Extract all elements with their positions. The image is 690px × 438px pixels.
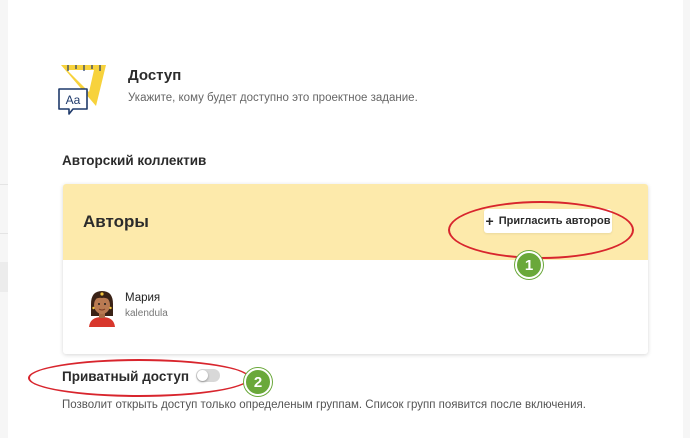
private-access-toggle[interactable] (196, 369, 220, 382)
toggle-knob (197, 370, 208, 381)
author-name: Мария (125, 292, 161, 304)
authors-title: Авторы (83, 212, 149, 231)
settings-panel: Aa Доступ Укажите, кому будет доступно э… (8, 0, 683, 438)
private-access-description: Позволит открыть доступ только определен… (62, 399, 586, 411)
author-list-item: Мария kalendula (87, 286, 347, 330)
access-logo-icon: Aa (58, 65, 106, 115)
annotation-marker-1: 1 (515, 251, 543, 279)
author-login: kalendula (125, 308, 168, 319)
access-title: Доступ (128, 67, 182, 84)
avatar-icon (89, 291, 115, 327)
invite-authors-button[interactable]: + Пригласить авторов (484, 209, 612, 233)
left-edge-block (0, 262, 8, 292)
left-edge-line (0, 233, 8, 234)
plus-icon: + (485, 213, 494, 229)
access-description: Укажите, кому будет доступно это проектн… (128, 92, 418, 104)
private-access-label: Приватный доступ (62, 369, 189, 384)
logo-text: Aa (66, 93, 81, 107)
left-edge-line (0, 184, 8, 185)
authors-card-header: Авторы + Пригласить авторов (63, 184, 648, 260)
invite-authors-label: Пригласить авторов (498, 215, 611, 227)
authors-card: Авторы + Пригласить авторов Мария kalend… (63, 184, 648, 354)
annotation-marker-2: 2 (244, 368, 272, 396)
authors-collective-label: Авторский коллектив (62, 153, 207, 168)
